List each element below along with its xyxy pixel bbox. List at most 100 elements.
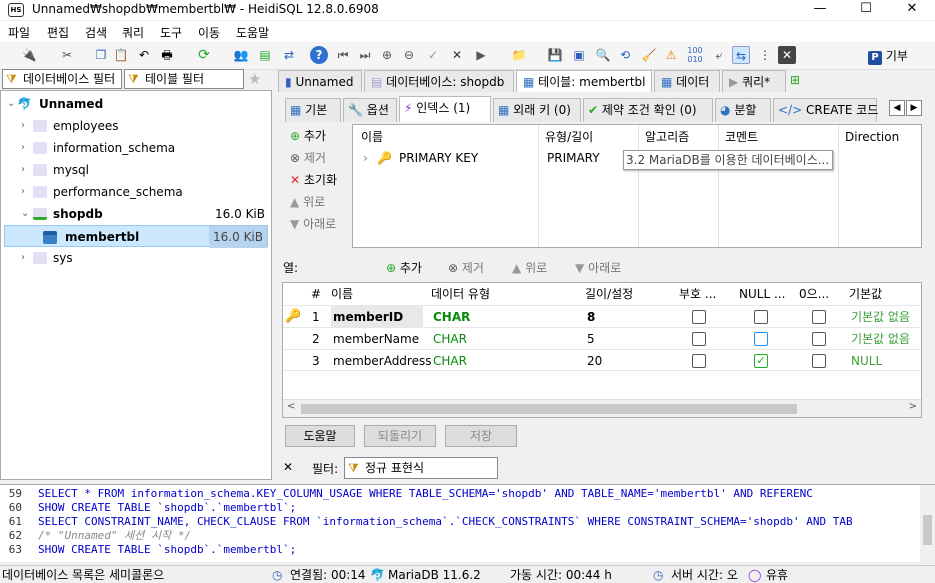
minimize-button[interactable]: — — [797, 0, 843, 20]
unsigned-checkbox[interactable] — [692, 310, 706, 324]
copy-icon[interactable]: ❐ — [92, 46, 110, 64]
save-icon[interactable]: 💾 — [546, 46, 564, 64]
subtab-options[interactable]: 🔧 옵션 — [343, 98, 397, 122]
menu-query[interactable]: 쿼리 — [122, 24, 144, 41]
column-length-cell[interactable]: 20 — [587, 350, 602, 372]
index-add-button[interactable]: ⊕ 추가 — [290, 127, 326, 144]
column-length-cell[interactable]: 8 — [587, 306, 595, 328]
menu-file[interactable]: 파일 — [8, 24, 30, 41]
index-header-algorithm[interactable]: 알고리즘 — [645, 127, 689, 147]
unsigned-checkbox[interactable] — [692, 332, 706, 346]
column-type-cell[interactable]: CHAR — [433, 306, 470, 328]
tree-root-unnamed[interactable]: ⌄ 🐬 Unnamed — [3, 93, 269, 115]
tree-item-performance-schema[interactable]: › performance_schema — [5, 181, 271, 203]
tree-item-membertbl[interactable]: membertbl 16.0 KiB — [4, 225, 268, 248]
index-header-comment[interactable]: 코멘트 — [725, 127, 758, 147]
subtab-create-code[interactable]: </> CREATE 코드 — [773, 98, 878, 122]
print-icon[interactable]: 🖶 — [158, 46, 176, 64]
null-checkbox-checked[interactable]: ✓ — [754, 354, 768, 368]
column-length-cell[interactable]: 5 — [587, 328, 595, 350]
tab-scroll-left[interactable]: ◀ — [889, 100, 905, 116]
cancel-icon[interactable]: ✕ — [448, 46, 466, 64]
index-up-button[interactable]: ▲ 위로 — [290, 193, 325, 210]
tab-scroll-right[interactable]: ▶ — [906, 100, 922, 116]
subtab-check-constraints[interactable]: ✔ 제약 조건 확인 (0) — [583, 98, 713, 122]
col-header-unsigned[interactable]: 부호 ... — [679, 283, 716, 305]
undo-icon[interactable]: ↶ — [135, 46, 153, 64]
refresh-icon[interactable]: ⟳ — [195, 46, 213, 64]
col-header-default[interactable]: 기본값 — [849, 283, 882, 305]
post-icon[interactable]: ✓ — [424, 46, 442, 64]
save-as-icon[interactable]: ▣ — [570, 46, 588, 64]
column-type-cell[interactable]: CHAR — [433, 328, 467, 350]
column-up-button[interactable]: ▲ 위로 — [512, 259, 547, 276]
help-button[interactable]: 도움말 — [285, 425, 355, 447]
sql-log[interactable]: 59 SELECT * FROM information_schema.KEY_C… — [0, 484, 935, 563]
scrollbar-thumb[interactable] — [301, 404, 797, 414]
database-filter[interactable]: ⧩ 데이터베이스 필터 — [2, 69, 122, 89]
table-filter[interactable]: ⧩ 테이블 필터 — [124, 69, 244, 89]
new-tab-icon[interactable]: ⊞ — [790, 73, 800, 87]
tab-unnamed[interactable]: ▮ Unnamed — [278, 70, 362, 92]
transfer-icon[interactable]: ⇄ — [280, 46, 298, 64]
save-button[interactable]: 저장 — [445, 425, 517, 447]
warning-icon[interactable]: ⚠ — [662, 46, 680, 64]
index-header-name[interactable]: 이름 — [361, 127, 383, 147]
column-default-cell[interactable]: 기본값 없음 — [851, 306, 910, 328]
close-filter-icon[interactable]: ✕ — [283, 460, 293, 474]
table-row[interactable]: 🔑 1 memberID CHAR 8 기본값 없음 — [283, 305, 921, 328]
find-icon[interactable]: 🔍 — [594, 46, 612, 64]
filter-input[interactable]: ⧩ 정규 표현식 — [344, 457, 498, 479]
star-icon[interactable]: ★ — [248, 70, 261, 88]
vertical-scrollbar[interactable] — [920, 485, 935, 563]
zerofill-checkbox[interactable] — [812, 310, 826, 324]
first-icon[interactable]: ⏮ — [334, 46, 352, 64]
column-name-cell[interactable]: memberID — [331, 306, 423, 328]
column-add-button[interactable]: ⊕ 추가 — [386, 259, 422, 276]
zerofill-checkbox[interactable] — [812, 332, 826, 346]
last-icon[interactable]: ⏭ — [356, 46, 374, 64]
index-down-button[interactable]: ▼ 아래로 — [290, 215, 336, 232]
close-button[interactable]: ✕ — [889, 0, 935, 20]
donate-button[interactable]: P 기부 — [868, 47, 928, 65]
more-icon[interactable]: ⋮ — [756, 46, 774, 64]
tree-item-sys[interactable]: › sys — [5, 247, 271, 269]
tab-data[interactable]: ▦ 데이터 — [654, 70, 720, 92]
col-header-name[interactable]: 이름 — [331, 283, 353, 305]
scroll-left-icon[interactable]: < — [287, 401, 295, 412]
column-default-cell[interactable]: NULL — [851, 350, 882, 372]
subtab-indexes[interactable]: ⚡ 인덱스 (1) — [399, 96, 491, 122]
disconnect-icon[interactable]: ✂ — [58, 46, 76, 64]
menu-tools[interactable]: 도구 — [160, 24, 182, 41]
tab-table[interactable]: ▦ 테이블: membertbl — [516, 70, 652, 92]
index-header-type[interactable]: 유형/길이 — [545, 127, 593, 147]
tree-item-employees[interactable]: › employees — [5, 115, 271, 137]
maximize-button[interactable]: ☐ — [843, 0, 889, 20]
table-row[interactable]: 2 memberName CHAR 5 기본값 없음 — [283, 327, 921, 349]
col-header-zerofill[interactable]: 0으... — [799, 283, 829, 305]
unsigned-checkbox[interactable] — [692, 354, 706, 368]
table-row[interactable]: 3 memberAddress CHAR 20 ✓ NULL — [283, 349, 921, 371]
add-row-icon[interactable]: ⊕ — [378, 46, 396, 64]
menu-search[interactable]: 검색 — [85, 24, 107, 41]
subtab-partitions[interactable]: ◕ 분할 — [715, 98, 771, 122]
index-clear-button[interactable]: ✕ 초기화 — [290, 171, 337, 188]
import-icon[interactable]: ▤ — [256, 46, 274, 64]
scroll-right-icon[interactable]: > — [909, 401, 917, 412]
index-header-direction[interactable]: Direction — [845, 127, 899, 147]
subtab-foreign-keys[interactable]: ▦ 외래 키 (0) — [493, 98, 581, 122]
index-remove-button[interactable]: ⊗ 제거 — [290, 149, 326, 166]
column-remove-button[interactable]: ⊗ 제거 — [448, 259, 484, 276]
tree-item-shopdb[interactable]: ⌄ shopdb 16.0 KiB — [5, 203, 271, 225]
exit-icon[interactable]: ✕ — [778, 46, 796, 64]
user-manager-icon[interactable]: 👥 — [232, 46, 250, 64]
null-checkbox[interactable] — [754, 310, 768, 324]
subtab-basic[interactable]: ▦ 기본 — [285, 98, 341, 122]
menu-help[interactable]: 도움말 — [236, 24, 269, 41]
menu-go[interactable]: 이동 — [198, 24, 220, 41]
help-icon[interactable]: ? — [310, 46, 328, 64]
discard-button[interactable]: 되돌리기 — [364, 425, 436, 447]
zerofill-checkbox[interactable] — [812, 354, 826, 368]
tab-query[interactable]: ▶ 쿼리* — [722, 70, 786, 92]
remove-row-icon[interactable]: ⊖ — [400, 46, 418, 64]
